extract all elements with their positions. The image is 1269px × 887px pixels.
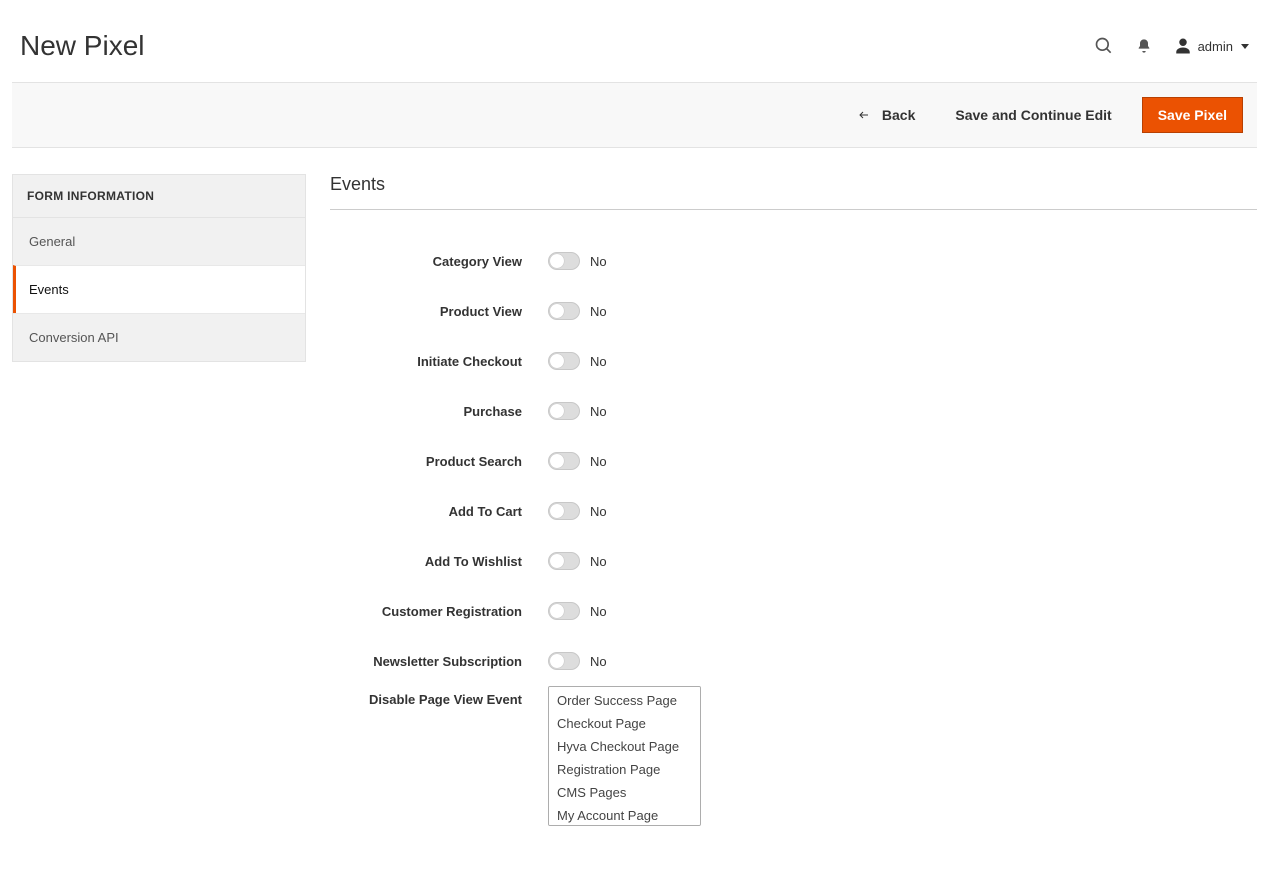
toggle-value: No (590, 354, 607, 369)
action-bar: Back Save and Continue Edit Save Pixel (12, 82, 1257, 148)
toggle-row: Product Search No (330, 436, 1257, 486)
toggle-row: Initiate Checkout No (330, 336, 1257, 386)
multiselect-option[interactable]: Checkout Page (551, 712, 698, 735)
toggle-label: Product Search (330, 454, 548, 469)
toggle-label: Add To Cart (330, 504, 548, 519)
toggle-label: Customer Registration (330, 604, 548, 619)
toggle-row: Product View No (330, 286, 1257, 336)
disable-page-view-label: Disable Page View Event (330, 686, 548, 707)
save-pixel-label: Save Pixel (1158, 107, 1227, 123)
toggle-row: Add To Cart No (330, 486, 1257, 536)
sidebar-item-events[interactable]: Events (13, 265, 305, 313)
back-button[interactable]: Back (846, 99, 925, 131)
search-icon[interactable] (1094, 36, 1114, 56)
page-title: New Pixel (20, 30, 144, 62)
back-label: Back (882, 107, 915, 123)
section-title: Events (330, 174, 1257, 210)
toggle-row: Customer Registration No (330, 586, 1257, 636)
sidebar: FORM INFORMATION General Events Conversi… (12, 174, 306, 362)
save-continue-button[interactable]: Save and Continue Edit (945, 99, 1121, 131)
toggle-switch[interactable] (548, 452, 580, 470)
toggle-label: Product View (330, 304, 548, 319)
toggle-switch[interactable] (548, 402, 580, 420)
toggle-switch[interactable] (548, 502, 580, 520)
toggle-value: No (590, 604, 607, 619)
toggle-value: No (590, 554, 607, 569)
toggle-switch[interactable] (548, 552, 580, 570)
disable-page-view-select[interactable]: Order Success PageCheckout PageHyva Chec… (548, 686, 701, 826)
toggle-label: Newsletter Subscription (330, 654, 548, 669)
toggle-value: No (590, 454, 607, 469)
toggle-value: No (590, 304, 607, 319)
toggle-label: Add To Wishlist (330, 554, 548, 569)
chevron-down-icon (1241, 44, 1249, 49)
save-continue-label: Save and Continue Edit (955, 107, 1111, 123)
toggle-value: No (590, 254, 607, 269)
toggle-label: Category View (330, 254, 548, 269)
multiselect-option[interactable]: Hyva Checkout Page (551, 735, 698, 758)
multiselect-option[interactable]: Order Success Page (551, 689, 698, 712)
toggle-value: No (590, 504, 607, 519)
header-actions: admin (1094, 36, 1249, 56)
admin-menu-trigger[interactable]: admin (1174, 37, 1249, 55)
multiselect-option[interactable]: CMS Pages (551, 781, 698, 804)
toggle-switch[interactable] (548, 252, 580, 270)
sidebar-item-conversion-api[interactable]: Conversion API (13, 313, 305, 361)
toggle-value: No (590, 654, 607, 669)
admin-label: admin (1198, 39, 1233, 54)
sidebar-item-general[interactable]: General (13, 218, 305, 265)
toggle-row: Purchase No (330, 386, 1257, 436)
multiselect-option[interactable]: My Account Page (551, 804, 698, 826)
main-panel: Events Category ViewNoProduct ViewNoInit… (330, 174, 1257, 826)
multiselect-option[interactable]: Registration Page (551, 758, 698, 781)
toggle-switch[interactable] (548, 652, 580, 670)
toggle-label: Initiate Checkout (330, 354, 548, 369)
toggle-row: Newsletter Subscription No (330, 636, 1257, 686)
sidebar-header: FORM INFORMATION (13, 175, 305, 218)
user-icon (1174, 37, 1192, 55)
toggle-row: Category View No (330, 236, 1257, 286)
toggle-switch[interactable] (548, 352, 580, 370)
sidebar-item-label: General (29, 234, 75, 249)
sidebar-item-label: Events (29, 282, 69, 297)
save-pixel-button[interactable]: Save Pixel (1142, 97, 1243, 133)
sidebar-item-label: Conversion API (29, 330, 119, 345)
toggle-switch[interactable] (548, 302, 580, 320)
toggle-value: No (590, 404, 607, 419)
toggle-label: Purchase (330, 404, 548, 419)
arrow-left-icon (856, 109, 872, 121)
notifications-icon[interactable] (1136, 38, 1152, 54)
toggle-row: Add To Wishlist No (330, 536, 1257, 586)
toggle-switch[interactable] (548, 602, 580, 620)
